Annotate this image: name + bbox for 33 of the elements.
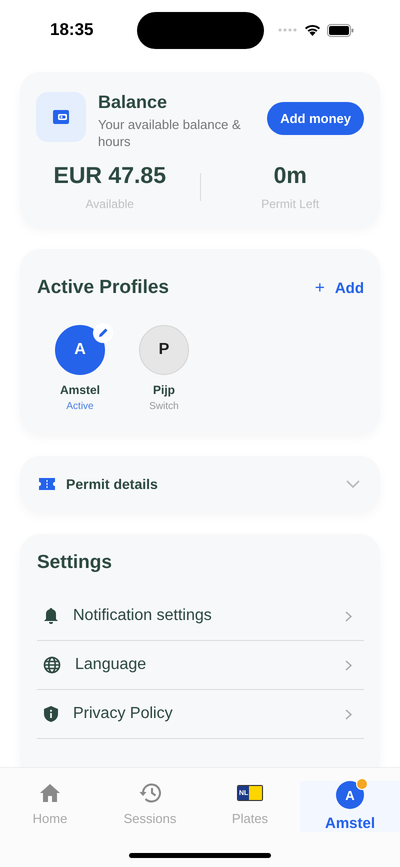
profile-avatar: A bbox=[336, 781, 364, 809]
chevron-right-icon bbox=[345, 708, 352, 720]
settings-item[interactable]: Language bbox=[37, 641, 364, 690]
signal-icon bbox=[278, 28, 298, 32]
chevron-right-icon bbox=[345, 610, 352, 622]
balance-title: Balance bbox=[98, 92, 168, 113]
profile-item[interactable]: P Pijp Switch bbox=[131, 321, 197, 412]
permit-details-row[interactable]: Permit details bbox=[20, 456, 380, 512]
profile-avatar: P bbox=[139, 325, 189, 375]
settings-item[interactable]: Privacy Policy bbox=[37, 690, 364, 739]
history-icon bbox=[138, 781, 162, 805]
wifi-icon bbox=[304, 24, 321, 36]
profile-item[interactable]: A Amstel Active bbox=[47, 321, 113, 412]
tab-item[interactable]: A Amstel bbox=[300, 781, 400, 832]
edit-icon[interactable] bbox=[93, 323, 113, 343]
shield-icon bbox=[43, 705, 59, 723]
globe-icon bbox=[43, 656, 61, 674]
ticket-icon bbox=[38, 477, 56, 491]
settings-item[interactable]: Notification settings bbox=[37, 592, 364, 641]
add-profile-button[interactable]: + Add bbox=[314, 280, 364, 296]
stat-value: EUR 47.85 bbox=[53, 162, 166, 189]
profile-avatar: A bbox=[55, 325, 105, 375]
section-title: Active Profiles bbox=[37, 277, 169, 299]
status-time: 18:35 bbox=[50, 20, 94, 40]
wallet-icon bbox=[36, 92, 86, 142]
chevron-right-icon bbox=[345, 660, 352, 670]
home-icon bbox=[39, 781, 61, 805]
battery-icon bbox=[327, 24, 354, 36]
bell-icon bbox=[43, 607, 59, 625]
add-money-button[interactable]: Add money bbox=[267, 102, 364, 135]
stat-value: 0m bbox=[274, 162, 307, 189]
section-title: Settings bbox=[37, 552, 113, 574]
balance-subtitle: Your available balance & hours bbox=[98, 116, 242, 150]
